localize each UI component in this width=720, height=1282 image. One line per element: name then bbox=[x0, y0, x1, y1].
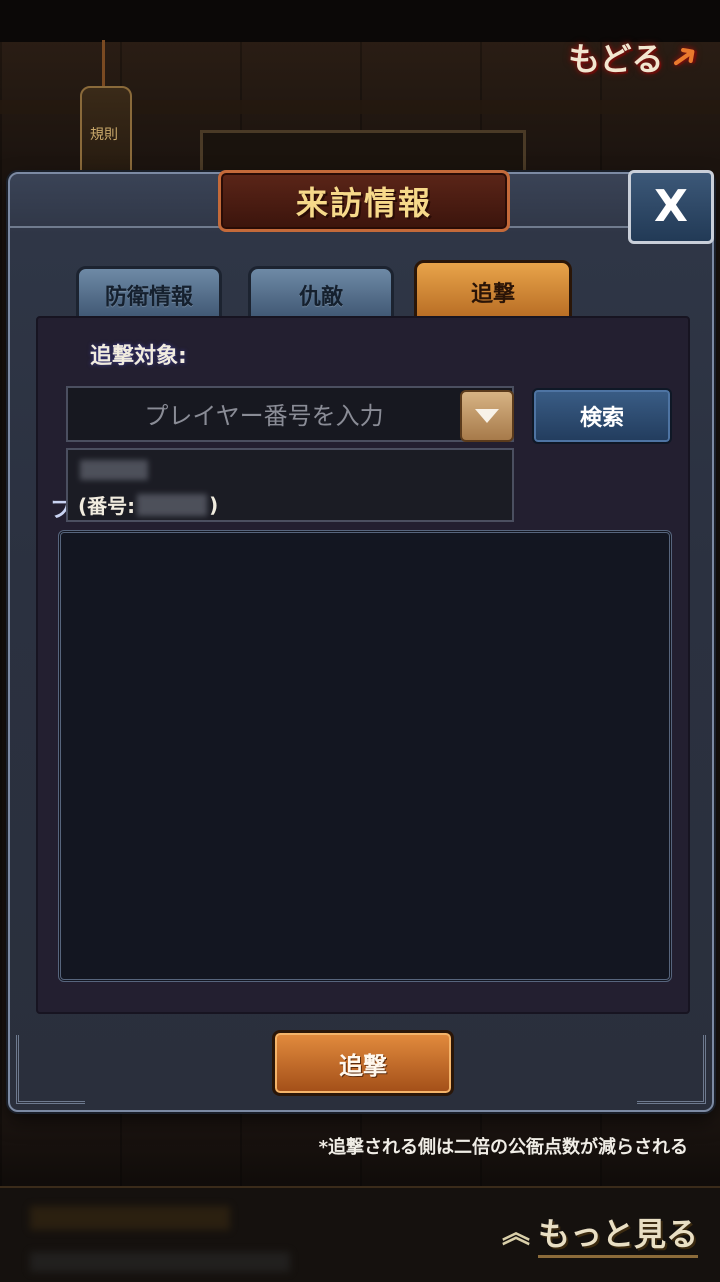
back-button[interactable]: もどる ➜ bbox=[558, 32, 708, 82]
search-button[interactable]: 検索 bbox=[532, 388, 672, 444]
result-list-area bbox=[58, 530, 672, 982]
target-label: 追撃対象: bbox=[90, 344, 187, 369]
suggestion-id-prefix: (番号: bbox=[78, 494, 136, 518]
corner-ornament-right bbox=[637, 1035, 706, 1104]
pursuit-footnote: *追撃される側は二倍の公衙点数が減らされる bbox=[318, 1137, 688, 1158]
suggestion-name-redacted bbox=[80, 460, 148, 480]
lantern-cord bbox=[102, 40, 105, 86]
bottom-text-blurred bbox=[30, 1252, 290, 1272]
content-panel: 追撃対象: プレイヤー番号を入力 検索 フ (番号: ) bbox=[36, 316, 690, 1014]
title-plate: 来訪情報 bbox=[218, 170, 510, 232]
bottom-text-blurred bbox=[30, 1206, 230, 1230]
back-arrow-icon: ➜ bbox=[660, 32, 707, 82]
pursue-button[interactable]: 追撃 bbox=[272, 1030, 454, 1096]
see-more-label: もっと見る bbox=[537, 1209, 698, 1258]
suggestion-id-redacted bbox=[137, 493, 208, 516]
tab-label: 追撃 bbox=[470, 282, 515, 307]
chevron-up-icon: ︽ bbox=[501, 1216, 530, 1249]
tab-pursuit[interactable]: 追撃 bbox=[414, 260, 572, 324]
back-label: もどる bbox=[568, 40, 664, 78]
rules-label: 規則 bbox=[90, 127, 118, 143]
close-icon: X bbox=[654, 181, 688, 232]
close-button[interactable]: X bbox=[628, 170, 714, 244]
player-id-input[interactable]: プレイヤー番号を入力 bbox=[66, 386, 514, 442]
dropdown-button[interactable] bbox=[460, 390, 514, 442]
suggestion-item[interactable]: (番号: ) bbox=[66, 448, 514, 522]
tab-label: 防衛情報 bbox=[104, 285, 193, 310]
suggestion-id-suffix: ) bbox=[209, 492, 219, 517]
see-more-button[interactable]: ︽ もっと見る bbox=[501, 1209, 698, 1258]
rules-lantern[interactable]: 規則 bbox=[78, 40, 132, 212]
dialog-title: 来訪情報 bbox=[295, 184, 432, 222]
visit-info-dialog: 来訪情報 X 防衛情報 仇敵 追撃 追撃対象: プレイヤー番号を入力 検索 フ … bbox=[8, 170, 714, 1112]
chevron-down-icon bbox=[475, 409, 499, 423]
corner-ornament-left bbox=[16, 1035, 85, 1104]
tab-label: 仇敵 bbox=[298, 285, 343, 310]
suggestion-id: (番号: ) bbox=[78, 490, 218, 519]
